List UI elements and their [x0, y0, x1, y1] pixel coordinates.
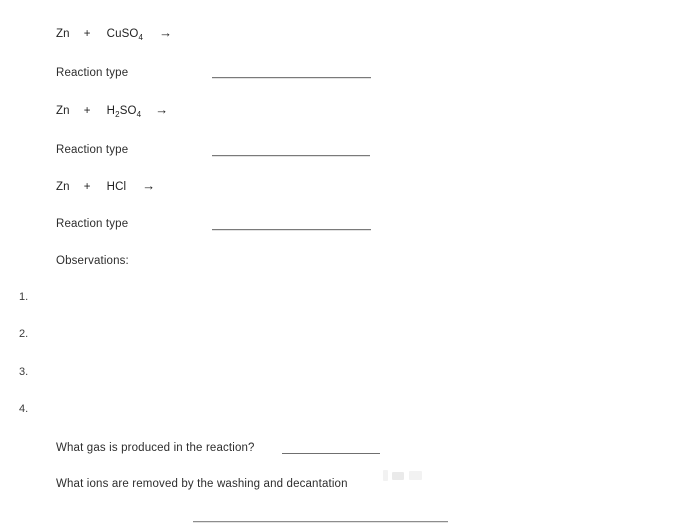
list-item: 1. [19, 291, 29, 303]
equation-2-plus: + [83, 105, 91, 117]
observations-heading: Observations: [56, 255, 129, 267]
question-1-answer-blank[interactable] [282, 453, 380, 454]
equation-3-plus: + [83, 181, 91, 193]
reaction-type-label-3: Reaction type [56, 218, 129, 230]
equation-1-reactant-1: Zn [56, 28, 70, 40]
equation-2-reactant-2: H2SO4 [106, 105, 142, 119]
equation-row-3: Zn + HCl → [56, 179, 155, 194]
scan-artifact [392, 472, 404, 480]
question-2-text: What ions are removed by the washing and… [56, 478, 348, 490]
reaction-type-label-1: Reaction type [56, 67, 129, 79]
equation-row-1: Zn + CuSO4 → [56, 25, 173, 42]
equation-3-reactant-2: HCl [106, 181, 127, 193]
reaction-arrow-icon: → [142, 178, 156, 193]
reaction-arrow-icon: → [159, 25, 173, 40]
equation-row-2: Zn + H2SO4 → [56, 102, 169, 119]
reaction-type-answer-rule-3[interactable] [212, 229, 371, 230]
scan-artifact [383, 470, 388, 481]
reaction-type-answer-rule-1[interactable] [212, 77, 371, 78]
list-item: 4. [19, 403, 29, 415]
scan-artifact [409, 471, 422, 480]
equation-3-reactant-1: Zn [56, 181, 70, 193]
worksheet-page: Zn + CuSO4 → Reaction type Zn + H2SO4 → Reacti… [0, 0, 700, 530]
equation-1-plus: + [83, 28, 91, 40]
reaction-type-answer-rule-2[interactable] [212, 155, 370, 156]
list-item: 2. [19, 328, 29, 340]
question-2-answer-rule[interactable] [193, 521, 448, 522]
list-item: 3. [19, 366, 29, 378]
reaction-arrow-icon: → [155, 102, 169, 117]
equation-1-reactant-2: CuSO4 [106, 28, 144, 42]
equation-2-reactant-1: Zn [56, 105, 70, 117]
reaction-type-label-2: Reaction type [56, 144, 129, 156]
question-1-text: What gas is produced in the reaction? [56, 442, 255, 454]
